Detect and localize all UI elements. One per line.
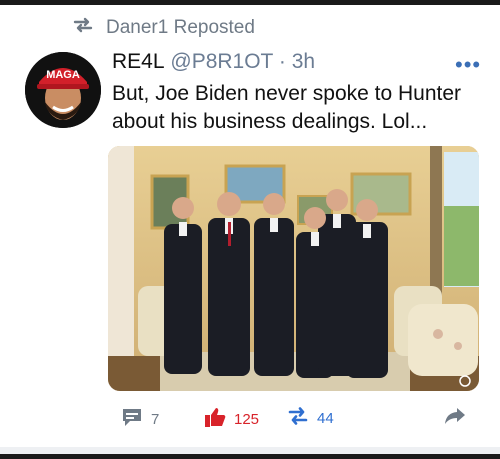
like-count: 125 — [234, 410, 260, 428]
post-author-line[interactable]: RE4L @P8R1OT · 3h — [112, 50, 315, 74]
bottom-edge — [0, 454, 500, 459]
like-button[interactable]: 125 — [204, 406, 259, 432]
divider — [0, 447, 500, 454]
reply-count: 7 — [151, 410, 160, 428]
display-name[interactable]: RE4L — [112, 50, 165, 73]
handle[interactable]: @P8R1OT — [170, 50, 273, 73]
share-arrow-icon — [443, 406, 467, 430]
separator: · — [278, 50, 286, 73]
post-image[interactable] — [108, 146, 479, 391]
repost-count: 44 — [317, 409, 334, 427]
post-text: But, Joe Biden never spoke to Hunter abo… — [112, 82, 462, 133]
avatar[interactable]: MAGA — [25, 52, 101, 128]
reply-button[interactable]: 7 — [121, 406, 159, 432]
repost-header[interactable]: Daner1 Reposted — [72, 17, 255, 39]
share-button[interactable] — [443, 406, 467, 430]
comment-icon — [121, 406, 143, 432]
more-options-icon[interactable]: ••• — [455, 52, 481, 78]
repost-icon — [72, 17, 94, 39]
action-bar: 7 125 44 — [0, 406, 500, 430]
top-edge — [0, 0, 500, 5]
thumbs-up-icon — [204, 406, 226, 432]
timestamp[interactable]: 3h — [292, 50, 315, 73]
repost-label: Daner1 Reposted — [106, 17, 255, 38]
avatar-cap-text: MAGA — [46, 69, 80, 81]
repost-button[interactable]: 44 — [287, 406, 334, 430]
repost-action-icon — [287, 406, 309, 430]
